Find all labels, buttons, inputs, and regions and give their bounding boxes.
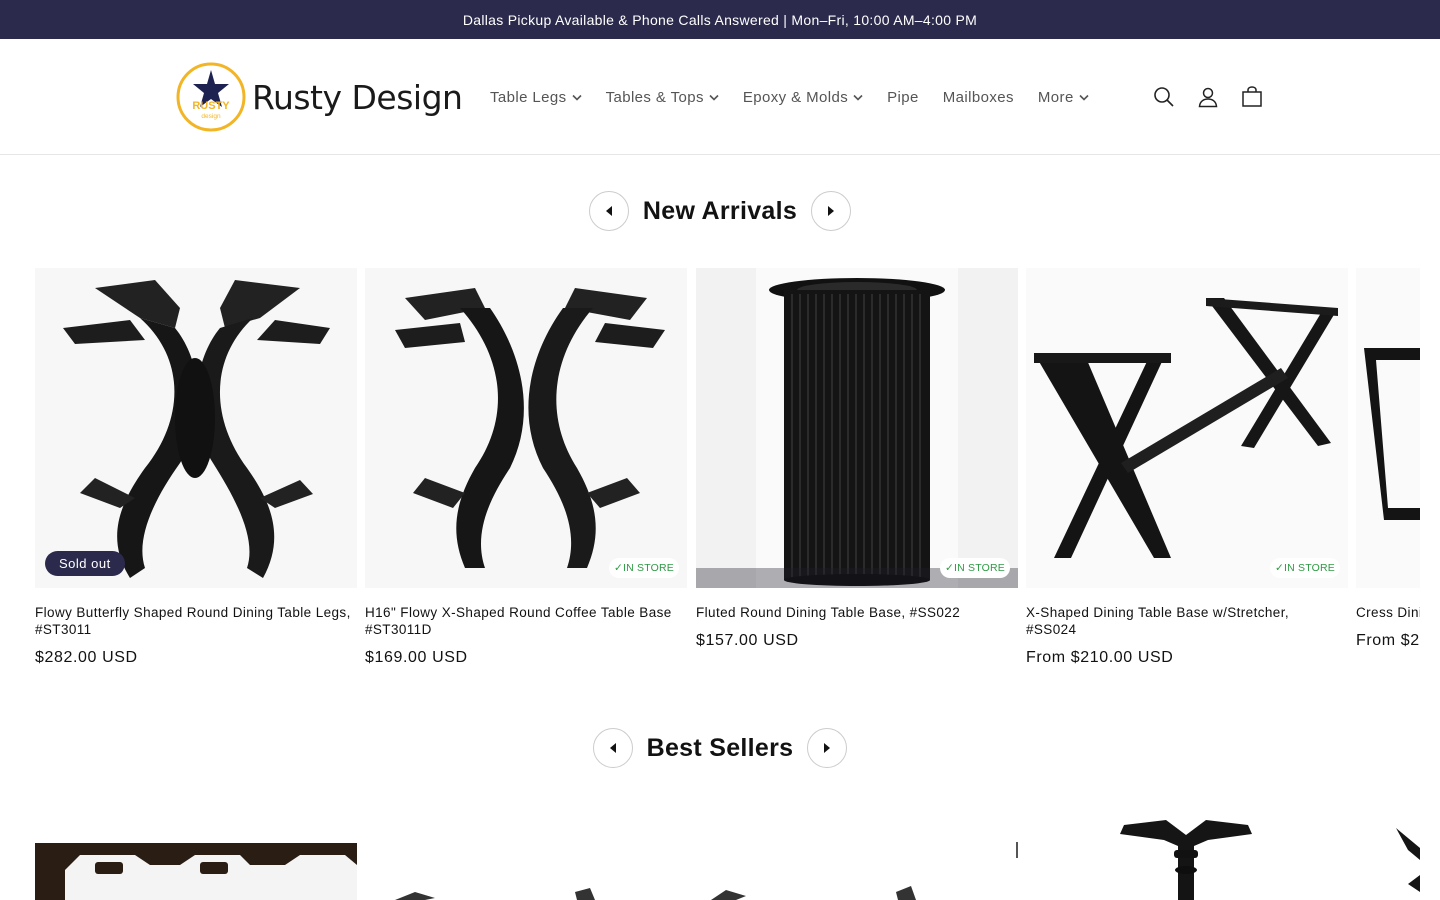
table-base-image	[365, 820, 687, 900]
chevron-down-icon	[1079, 94, 1089, 101]
in-store-badge: ✓IN STORE	[940, 558, 1010, 578]
best-sellers-title: Best Sellers	[646, 733, 794, 762]
product-price: From $210.00 USD	[1026, 649, 1174, 666]
nav-item-tables-tops[interactable]: Tables & Tops	[606, 89, 719, 106]
butterfly-table-legs-image	[35, 268, 357, 588]
product-card[interactable]: ✓IN STORE Fluted Round Dining Table Base…	[696, 268, 1018, 650]
caret-left-icon	[609, 743, 616, 753]
best-sellers-next-button[interactable]	[807, 728, 848, 768]
announcement-bar: Dallas Pickup Available & Phone Calls An…	[0, 0, 1440, 39]
pedestal-base-image	[1026, 820, 1348, 900]
main-nav: Table Legs Tables & Tops Epoxy & Molds P…	[490, 39, 1113, 155]
in-store-badge: ✓IN STORE	[609, 558, 679, 578]
caret-left-icon	[605, 206, 612, 216]
new-arrivals-header: New Arrivals	[0, 191, 1440, 231]
cress-dining-base-image	[1356, 268, 1420, 588]
cart-icon[interactable]	[1238, 83, 1266, 111]
product-image[interactable]: Sold out	[35, 268, 357, 588]
product-image[interactable]: ✓IN STORE	[1026, 268, 1348, 588]
caret-right-icon	[828, 206, 835, 216]
caret-right-icon	[824, 743, 831, 753]
product-card[interactable]: ✓IN STORE H16" Flowy X-Shaped Round Coff…	[365, 268, 687, 667]
product-image[interactable]	[1356, 268, 1420, 588]
logo-sub-text: design	[201, 113, 221, 120]
table-base-image	[1356, 820, 1420, 900]
in-store-badge: ✓IN STORE	[1270, 558, 1340, 578]
product-image[interactable]: ✓IN STORE	[696, 268, 1018, 588]
new-arrivals-next-button[interactable]	[811, 191, 852, 231]
nav-item-label: More	[1037, 88, 1074, 106]
logo[interactable]: RUSTY design Rusty Design	[176, 61, 463, 133]
logo-badge-text: RUSTY	[192, 100, 230, 112]
nav-item-more[interactable]: More	[1038, 89, 1089, 106]
nav-item-epoxy-molds[interactable]: Epoxy & Molds	[743, 89, 863, 106]
best-seller-image[interactable]	[1356, 820, 1420, 900]
chevron-down-icon	[709, 94, 719, 101]
chevron-down-icon	[571, 94, 582, 101]
product-card[interactable]: Sold out Flowy Butterfly Shaped Round Di…	[35, 268, 357, 667]
site-header: RUSTY design Rusty Design Table Legs Tab…	[0, 39, 1440, 155]
product-card[interactable]: Cress Dini From $2	[1356, 268, 1420, 650]
product-title[interactable]: Flowy Butterfly Shaped Round Dining Tabl…	[35, 604, 357, 638]
announcement-text: Dallas Pickup Available & Phone Calls An…	[462, 11, 978, 28]
new-arrivals-prev-button[interactable]	[588, 191, 629, 231]
best-seller-image[interactable]	[365, 820, 687, 900]
product-title[interactable]: Fluted Round Dining Table Base, #SS022	[696, 604, 1018, 621]
x-shaped-stretcher-base-image	[1026, 268, 1348, 588]
product-price: $157.00 USD	[696, 632, 799, 649]
nav-item-label: Pipe	[887, 88, 919, 106]
nav-item-label: Table Legs	[490, 88, 567, 106]
fluted-round-base-image	[696, 268, 1018, 588]
nav-item-label: Mailboxes	[942, 88, 1014, 106]
x-shaped-coffee-base-image	[365, 268, 687, 588]
nav-item-label: Tables & Tops	[605, 88, 704, 106]
product-price: From $2	[1356, 632, 1420, 649]
product-price: $169.00 USD	[365, 649, 468, 666]
best-sellers-header: Best Sellers	[0, 728, 1440, 768]
table-base-image	[696, 820, 1018, 900]
nav-item-mailboxes[interactable]: Mailboxes	[943, 89, 1014, 106]
nav-item-pipe[interactable]: Pipe	[887, 89, 919, 106]
best-seller-image[interactable]	[1026, 820, 1348, 900]
header-icons	[1150, 39, 1282, 155]
product-title[interactable]: H16" Flowy X-Shaped Round Coffee Table B…	[365, 604, 687, 638]
product-title[interactable]: X-Shaped Dining Table Base w/Stretcher, …	[1026, 604, 1348, 638]
product-title[interactable]: Cress Dini	[1356, 604, 1420, 621]
sold-out-badge: Sold out	[45, 551, 125, 576]
account-icon[interactable]	[1194, 83, 1222, 111]
best-seller-image[interactable]	[35, 820, 357, 900]
search-icon[interactable]	[1150, 83, 1178, 111]
product-image[interactable]: ✓IN STORE	[365, 268, 687, 588]
best-seller-image[interactable]	[696, 820, 1018, 900]
chevron-down-icon	[853, 94, 863, 101]
product-card[interactable]: ✓IN STORE X-Shaped Dining Table Base w/S…	[1026, 268, 1348, 667]
epoxy-jugs-image	[35, 820, 357, 900]
brand-name: Rusty Design	[252, 77, 463, 117]
new-arrivals-title: New Arrivals	[642, 196, 798, 225]
logo-star-icon: RUSTY design	[176, 62, 246, 132]
product-price: $282.00 USD	[35, 649, 138, 666]
nav-item-table-legs[interactable]: Table Legs	[490, 89, 582, 106]
best-sellers-prev-button[interactable]	[592, 728, 633, 768]
nav-item-label: Epoxy & Molds	[742, 88, 849, 106]
